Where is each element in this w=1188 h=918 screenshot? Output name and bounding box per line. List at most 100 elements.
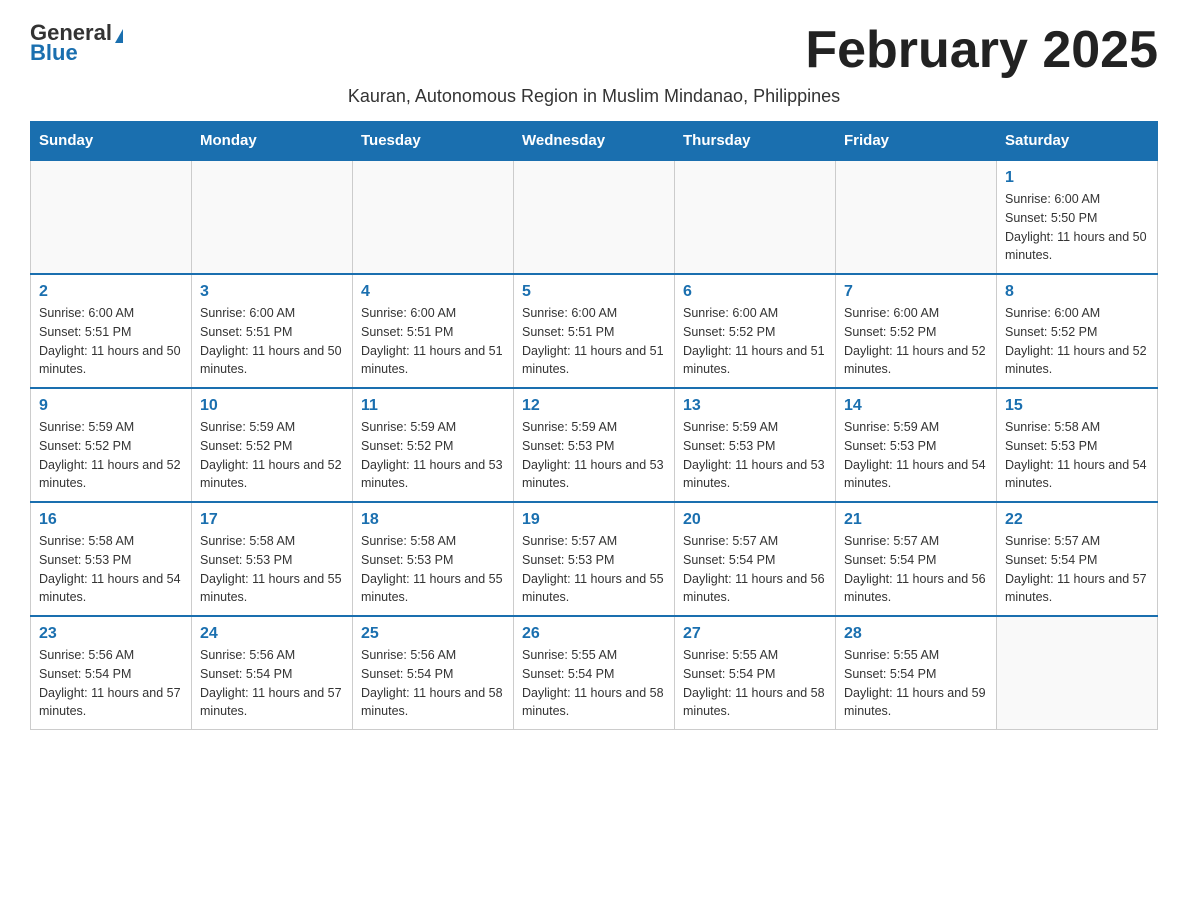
calendar-cell-week3-day6: 14 Sunrise: 5:59 AMSunset: 5:53 PMDayligh… [836,388,997,502]
day-info: Sunrise: 5:55 AMSunset: 5:54 PMDaylight:… [844,646,988,721]
day-info: Sunrise: 5:58 AMSunset: 5:53 PMDaylight:… [39,532,183,607]
day-number: 9 [39,397,183,415]
day-number: 4 [361,283,505,301]
day-number: 13 [683,397,827,415]
calendar-week-5: 23 Sunrise: 5:56 AMSunset: 5:54 PMDayligh… [31,616,1158,730]
weekday-header-friday: Friday [836,122,997,161]
day-number: 20 [683,511,827,529]
weekday-header-row: SundayMondayTuesdayWednesdayThursdayFrid… [31,122,1158,161]
day-info: Sunrise: 6:00 AMSunset: 5:52 PMDaylight:… [1005,304,1149,379]
calendar-cell-week5-day5: 27Sunrise: 5:55 AMSunset: 5:54 PMDayligh… [675,616,836,730]
day-number: 23 [39,625,183,643]
logo: General Blue [30,20,123,66]
day-number: 17 [200,511,344,529]
day-info: Sunrise: 5:57 AMSunset: 5:54 PMDaylight:… [844,532,988,607]
day-info: Sunrise: 6:00 AMSunset: 5:51 PMDaylight:… [361,304,505,379]
calendar-cell-week3-day1: 9 Sunrise: 5:59 AMSunset: 5:52 PMDaylight… [31,388,192,502]
day-number: 22 [1005,511,1149,529]
day-info: Sunrise: 5:59 AMSunset: 5:53 PMDaylight:… [522,418,666,493]
day-info: Sunrise: 5:59 AMSunset: 5:53 PMDaylight:… [844,418,988,493]
day-info: Sunrise: 5:59 AMSunset: 5:52 PMDaylight:… [361,418,505,493]
day-info: Sunrise: 6:00 AMSunset: 5:51 PMDaylight:… [522,304,666,379]
calendar-body: 1 Sunrise: 6:00 AMSunset: 5:50 PMDaylight… [31,160,1158,730]
day-info: Sunrise: 5:56 AMSunset: 5:54 PMDaylight:… [39,646,183,721]
weekday-header-sunday: Sunday [31,122,192,161]
calendar-week-3: 9 Sunrise: 5:59 AMSunset: 5:52 PMDaylight… [31,388,1158,502]
day-info: Sunrise: 5:58 AMSunset: 5:53 PMDaylight:… [200,532,344,607]
calendar-cell-week1-day5 [675,160,836,274]
day-number: 2 [39,283,183,301]
calendar-cell-week3-day3: 11Sunrise: 5:59 AMSunset: 5:52 PMDayligh… [353,388,514,502]
calendar-cell-week1-day2 [192,160,353,274]
day-number: 6 [683,283,827,301]
day-number: 19 [522,511,666,529]
calendar-cell-week3-day5: 13 Sunrise: 5:59 AMSunset: 5:53 PMDayligh… [675,388,836,502]
day-info: Sunrise: 5:58 AMSunset: 5:53 PMDaylight:… [1005,418,1149,493]
day-info: Sunrise: 5:56 AMSunset: 5:54 PMDaylight:… [361,646,505,721]
page-header: General Blue February 2025 [30,20,1158,80]
day-info: Sunrise: 6:00 AMSunset: 5:50 PMDaylight:… [1005,190,1149,265]
calendar-cell-week4-day4: 19 Sunrise: 5:57 AMSunset: 5:53 PMDayligh… [514,502,675,616]
calendar-cell-week4-day1: 16Sunrise: 5:58 AMSunset: 5:53 PMDayligh… [31,502,192,616]
weekday-header-saturday: Saturday [997,122,1158,161]
day-info: Sunrise: 5:57 AMSunset: 5:54 PMDaylight:… [1005,532,1149,607]
day-number: 21 [844,511,988,529]
calendar-cell-week5-day3: 25 Sunrise: 5:56 AMSunset: 5:54 PMDayligh… [353,616,514,730]
calendar-cell-week1-day4 [514,160,675,274]
day-number: 27 [683,625,827,643]
day-info: Sunrise: 5:59 AMSunset: 5:52 PMDaylight:… [39,418,183,493]
day-number: 15 [1005,397,1149,415]
calendar-week-2: 2 Sunrise: 6:00 AMSunset: 5:51 PMDaylight… [31,274,1158,388]
calendar-table: SundayMondayTuesdayWednesdayThursdayFrid… [30,121,1158,730]
day-number: 8 [1005,283,1149,301]
calendar-cell-week2-day1: 2Sunrise: 6:00 AMSunset: 5:51 PMDaylight… [31,274,192,388]
page-subtitle: Kauran, Autonomous Region in Muslim Mind… [30,86,1158,107]
day-info: Sunrise: 5:56 AMSunset: 5:54 PMDaylight:… [200,646,344,721]
day-number: 26 [522,625,666,643]
calendar-cell-week1-day6 [836,160,997,274]
calendar-cell-week4-day3: 18 Sunrise: 5:58 AMSunset: 5:53 PMDayligh… [353,502,514,616]
calendar-cell-week2-day3: 4 Sunrise: 6:00 AMSunset: 5:51 PMDaylight… [353,274,514,388]
calendar-cell-week4-day2: 17 Sunrise: 5:58 AMSunset: 5:53 PMDayligh… [192,502,353,616]
calendar-cell-week4-day5: 20 Sunrise: 5:57 AMSunset: 5:54 PMDayligh… [675,502,836,616]
day-number: 10 [200,397,344,415]
day-info: Sunrise: 5:55 AMSunset: 5:54 PMDaylight:… [522,646,666,721]
calendar-cell-week5-day7 [997,616,1158,730]
calendar-cell-week2-day7: 8 Sunrise: 6:00 AMSunset: 5:52 PMDaylight… [997,274,1158,388]
day-number: 7 [844,283,988,301]
day-info: Sunrise: 5:59 AMSunset: 5:53 PMDaylight:… [683,418,827,493]
calendar-header: SundayMondayTuesdayWednesdayThursdayFrid… [31,122,1158,161]
day-info: Sunrise: 5:57 AMSunset: 5:54 PMDaylight:… [683,532,827,607]
day-info: Sunrise: 5:58 AMSunset: 5:53 PMDaylight:… [361,532,505,607]
calendar-cell-week5-day1: 23 Sunrise: 5:56 AMSunset: 5:54 PMDayligh… [31,616,192,730]
calendar-cell-week5-day2: 24Sunrise: 5:56 AMSunset: 5:54 PMDayligh… [192,616,353,730]
day-number: 12 [522,397,666,415]
logo-triangle-icon [115,29,123,43]
day-info: Sunrise: 6:00 AMSunset: 5:52 PMDaylight:… [683,304,827,379]
calendar-cell-week2-day2: 3 Sunrise: 6:00 AMSunset: 5:51 PMDaylight… [192,274,353,388]
day-info: Sunrise: 6:00 AMSunset: 5:52 PMDaylight:… [844,304,988,379]
calendar-cell-week2-day6: 7 Sunrise: 6:00 AMSunset: 5:52 PMDaylight… [836,274,997,388]
day-number: 25 [361,625,505,643]
day-number: 1 [1005,169,1149,187]
calendar-cell-week2-day4: 5 Sunrise: 6:00 AMSunset: 5:51 PMDaylight… [514,274,675,388]
calendar-cell-week3-day4: 12 Sunrise: 5:59 AMSunset: 5:53 PMDayligh… [514,388,675,502]
day-number: 14 [844,397,988,415]
month-title: February 2025 [805,20,1158,80]
calendar-cell-week3-day2: 10Sunrise: 5:59 AMSunset: 5:52 PMDayligh… [192,388,353,502]
calendar-cell-week1-day3 [353,160,514,274]
calendar-week-4: 16Sunrise: 5:58 AMSunset: 5:53 PMDayligh… [31,502,1158,616]
day-number: 28 [844,625,988,643]
day-number: 3 [200,283,344,301]
day-number: 18 [361,511,505,529]
weekday-header-thursday: Thursday [675,122,836,161]
weekday-header-wednesday: Wednesday [514,122,675,161]
calendar-cell-week4-day7: 22 Sunrise: 5:57 AMSunset: 5:54 PMDayligh… [997,502,1158,616]
calendar-week-1: 1 Sunrise: 6:00 AMSunset: 5:50 PMDaylight… [31,160,1158,274]
day-number: 5 [522,283,666,301]
day-info: Sunrise: 5:57 AMSunset: 5:53 PMDaylight:… [522,532,666,607]
calendar-cell-week1-day7: 1 Sunrise: 6:00 AMSunset: 5:50 PMDaylight… [997,160,1158,274]
day-info: Sunrise: 6:00 AMSunset: 5:51 PMDaylight:… [200,304,344,379]
calendar-cell-week5-day6: 28 Sunrise: 5:55 AMSunset: 5:54 PMDayligh… [836,616,997,730]
weekday-header-monday: Monday [192,122,353,161]
